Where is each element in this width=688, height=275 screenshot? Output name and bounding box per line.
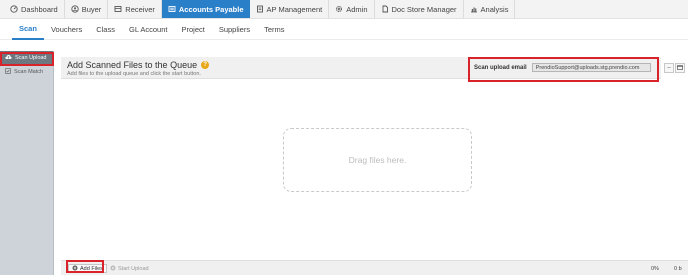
email-field[interactable]: PrendioSupport@uploads.stg.prendio.com — [531, 63, 651, 72]
panel-title-row: Add Scanned Files to the Queue ? — [67, 60, 210, 70]
nav-label: Admin — [346, 4, 368, 14]
nav-item-receiver[interactable]: Receiver — [108, 0, 162, 18]
gear-icon — [335, 5, 343, 13]
nav-label: Doc Store Manager — [391, 4, 457, 14]
add-files-label: Add Files — [80, 265, 103, 272]
tab-terms[interactable]: Terms — [257, 19, 291, 40]
nav-label: AP Management — [266, 4, 323, 14]
drop-zone-text: Drag files here. — [348, 155, 407, 165]
add-files-button[interactable]: Add Files — [68, 264, 107, 273]
play-circle-icon — [110, 265, 116, 273]
nav-item-buyer[interactable]: Buyer — [65, 0, 109, 18]
match-icon — [5, 68, 11, 76]
ap-management-icon — [256, 5, 264, 13]
panel-header: Add Scanned Files to the Queue ? Add fil… — [61, 57, 661, 79]
sidebar-item-scan-match[interactable]: Scan Match — [0, 65, 53, 79]
scan-upload-panel: Add Scanned Files to the Queue ? Add fil… — [61, 57, 688, 275]
cloud-upload-icon — [5, 54, 12, 62]
tab-suppliers[interactable]: Suppliers — [212, 19, 257, 40]
sidebar-item-label: Scan Match — [14, 69, 44, 75]
plus-circle-icon — [72, 265, 78, 273]
nav-label: Receiver — [125, 4, 155, 14]
tab-scan[interactable]: Scan — [12, 19, 44, 40]
sidebar-item-label: Scan Upload — [15, 55, 47, 61]
sidebar-item-scan-upload[interactable]: Scan Upload — [0, 51, 53, 65]
nav-item-dashboard[interactable]: Dashboard — [4, 0, 65, 18]
panel-title: Add Scanned Files to the Queue — [67, 60, 198, 70]
panel-subtitle: Add files to the upload queue and click … — [67, 71, 201, 77]
nav-item-accounts-payable[interactable]: Accounts Payable — [161, 0, 250, 18]
nav-item-admin[interactable]: Admin — [329, 0, 375, 18]
scan-upload-email: Scan upload email PrendioSupport@uploads… — [474, 62, 651, 73]
tab-class[interactable]: Class — [89, 19, 122, 40]
nav-label: Analysis — [480, 4, 509, 14]
minus-icon: – — [667, 65, 671, 71]
nav-label: Buyer — [81, 4, 102, 14]
buyer-icon — [71, 5, 79, 13]
accounts-payable-icon — [168, 5, 176, 13]
document-icon — [381, 5, 389, 13]
tab-gl-account[interactable]: GL Account — [122, 19, 175, 40]
start-upload-button[interactable]: Start Upload — [107, 264, 152, 273]
start-upload-label: Start Upload — [118, 265, 149, 272]
upload-size: 0 b — [674, 266, 682, 272]
sub-nav: Scan Vouchers Class GL Account Project S… — [0, 19, 688, 40]
tab-vouchers[interactable]: Vouchers — [44, 19, 89, 40]
email-label: Scan upload email — [474, 64, 527, 71]
nav-item-analysis[interactable]: Analysis — [464, 0, 516, 18]
upload-progress: 0% — [651, 266, 659, 272]
nav-label: Dashboard — [21, 4, 58, 14]
sidebar: Scan Upload Scan Match — [0, 51, 54, 275]
receiver-icon — [114, 5, 122, 13]
help-icon[interactable]: ? — [201, 61, 210, 69]
dashboard-icon — [10, 5, 18, 13]
window-icon — [677, 64, 683, 72]
tab-project[interactable]: Project — [174, 19, 211, 40]
drop-zone[interactable]: Drag files here. — [283, 128, 472, 192]
minimize-button[interactable]: – — [664, 63, 674, 73]
nav-item-doc-store-manager[interactable]: Doc Store Manager — [375, 0, 464, 18]
top-nav: Dashboard Buyer Receiver Accounts Payabl… — [0, 0, 688, 19]
chart-icon — [470, 5, 478, 13]
expand-button[interactable] — [675, 63, 685, 73]
nav-item-ap-management[interactable]: AP Management — [250, 0, 330, 18]
nav-label: Accounts Payable — [178, 4, 244, 14]
panel-footer: Add Files Start Upload 0% 0 b — [61, 260, 688, 275]
